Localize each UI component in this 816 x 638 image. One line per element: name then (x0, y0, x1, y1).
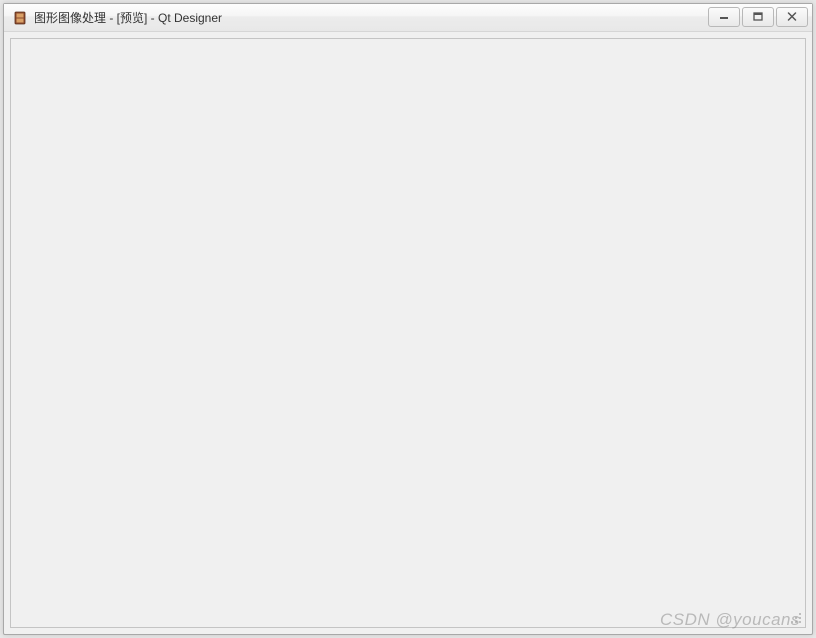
window-title: 图形图像处理 - [预览] - Qt Designer (34, 9, 222, 26)
resize-grip-icon (789, 611, 803, 625)
app-icon (12, 10, 28, 26)
client-area (10, 38, 806, 628)
minimize-button[interactable] (708, 7, 740, 27)
application-window: 图形图像处理 - [预览] - Qt Designer (3, 3, 813, 635)
minimize-icon (719, 12, 729, 21)
close-button[interactable] (776, 7, 808, 27)
titlebar[interactable]: 图形图像处理 - [预览] - Qt Designer (4, 4, 812, 32)
window-controls (706, 7, 808, 27)
maximize-button[interactable] (742, 7, 774, 27)
close-icon (787, 12, 797, 21)
maximize-icon (753, 12, 763, 21)
resize-grip[interactable] (789, 611, 803, 625)
